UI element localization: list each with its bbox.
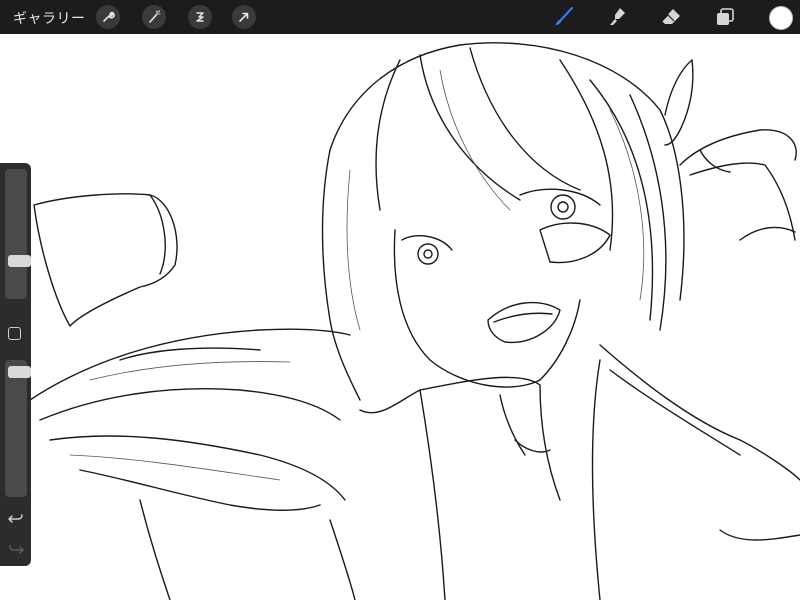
brush-icon[interactable]	[551, 5, 575, 29]
top-toolbar: ギャラリー	[0, 0, 800, 34]
opacity-slider[interactable]	[5, 360, 31, 497]
redo-icon[interactable]	[7, 540, 25, 558]
color-swatch[interactable]	[769, 6, 793, 30]
selection-icon[interactable]	[188, 5, 212, 29]
gallery-button[interactable]: ギャラリー	[13, 8, 86, 28]
drawing-canvas[interactable]	[0, 34, 800, 600]
wrench-icon[interactable]	[96, 5, 120, 29]
brush-size-slider[interactable]	[5, 169, 31, 299]
left-sidebar	[0, 163, 31, 566]
undo-icon[interactable]	[7, 509, 25, 527]
smudge-icon[interactable]	[605, 5, 629, 29]
eraser-icon[interactable]	[659, 5, 683, 29]
brush-size-thumb[interactable]	[8, 255, 31, 268]
opacity-thumb[interactable]	[8, 366, 31, 379]
magic-wand-icon[interactable]	[142, 5, 166, 29]
layers-icon[interactable]	[713, 5, 737, 29]
modify-button[interactable]	[8, 327, 21, 340]
transform-arrow-icon[interactable]	[232, 5, 256, 29]
